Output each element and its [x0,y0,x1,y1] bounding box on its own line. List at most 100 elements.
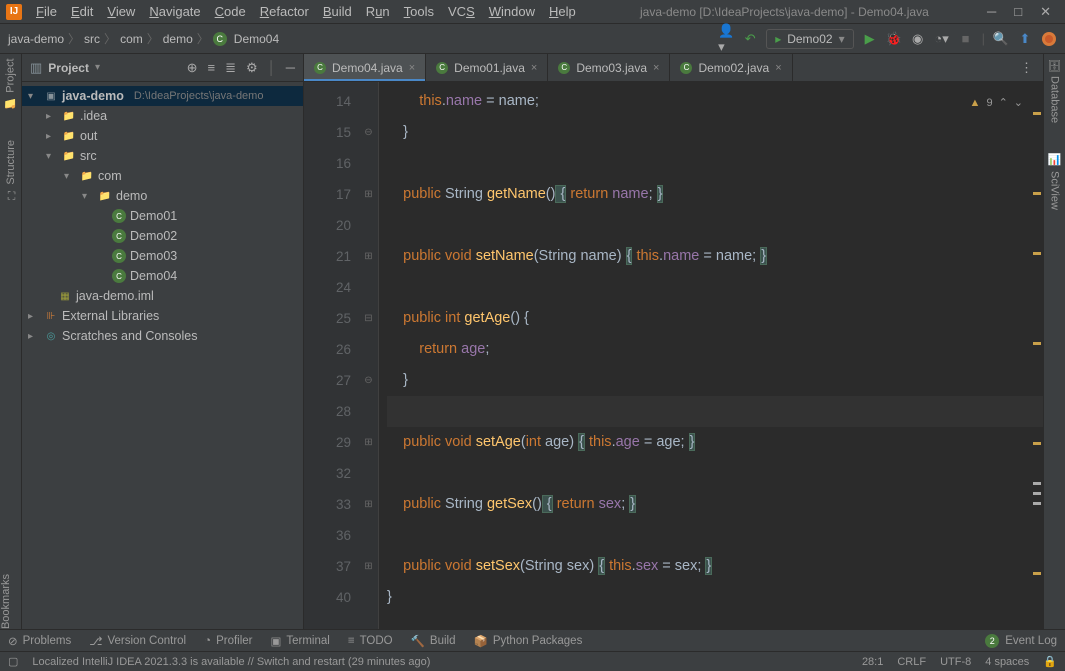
tree-idea[interactable]: ▸📁.idea [22,106,303,126]
crumb-com[interactable]: com [120,32,143,46]
menu-file[interactable]: File [30,2,63,21]
tool-database[interactable]: 🗄Database [1048,58,1061,123]
back-icon[interactable]: ↶ [742,31,758,47]
readonly-icon[interactable]: 🔒 [1043,655,1057,668]
line-separator[interactable]: CRLF [897,656,926,668]
python-icon: 📦 [473,634,487,648]
tree-demo01[interactable]: CDemo01 [22,206,303,226]
tab-demo03[interactable]: CDemo03.java× [548,54,670,81]
run-config-label: Demo02 [787,32,832,46]
tree-demo03[interactable]: CDemo03 [22,246,303,266]
tool-eventlog[interactable]: Event Log [1005,635,1057,647]
menu-refactor[interactable]: Refactor [254,2,315,21]
stop-button[interactable]: ■ [958,31,974,47]
profile-button[interactable]: ◔▾ [934,31,950,47]
menu-build[interactable]: Build [317,2,358,21]
status-message[interactable]: Localized IntelliJ IDEA 2021.3.3 is avai… [32,656,848,668]
maximize-button[interactable]: □ [1014,4,1022,20]
menu-navigate[interactable]: Navigate [143,2,206,21]
title-bar: IJ File Edit View Navigate Code Refactor… [0,0,1065,24]
run-button[interactable]: ▶ [862,31,878,47]
bottom-tool-bar: ⊘Problems ⎇Version Control ◔Profiler ▣Te… [0,629,1065,651]
debug-button[interactable]: 🐞 [886,31,902,47]
minimize-button[interactable]: ─ [987,4,996,20]
next-highlight-icon[interactable]: ⌄ [1014,88,1023,119]
tool-structure[interactable]: ⛶Structure [5,140,17,200]
crumb-root[interactable]: java-demo [8,32,64,46]
tree-demo04[interactable]: CDemo04 [22,266,303,286]
collapse-all-icon[interactable]: ≣ [225,60,236,76]
code-content[interactable]: this.name = name; } public String getNam… [379,82,1043,629]
project-title[interactable]: Project [48,61,89,75]
tool-bookmarks[interactable]: Bookmarks [0,574,12,629]
menu-tools[interactable]: Tools [398,2,440,21]
tool-python[interactable]: 📦Python Packages [473,634,582,648]
tab-demo02[interactable]: CDemo02.java× [670,54,792,81]
prev-highlight-icon[interactable]: ⌃ [999,88,1008,119]
tree-out[interactable]: ▸📁out [22,126,303,146]
tree-src[interactable]: ▾📁src [22,146,303,166]
tree-scratches[interactable]: ▸◎Scratches and Consoles [22,326,303,346]
editor-tabs: CDemo04.java× CDemo01.java× CDemo03.java… [304,54,1043,82]
tree-demo-pkg[interactable]: ▾📁demo [22,186,303,206]
tool-problems[interactable]: ⊘Problems [8,634,71,648]
close-button[interactable]: ✕ [1040,4,1051,20]
vcs-icon: ⎇ [89,634,102,648]
menu-edit[interactable]: Edit [65,2,99,21]
close-icon[interactable]: × [653,62,659,74]
tool-todo[interactable]: ≡TODO [348,635,393,647]
project-header: ▥ Project ▾ ⊕ ≡ ≣ ⚙ │ ─ [22,54,303,82]
ide-icon[interactable] [1041,31,1057,47]
tree-demo02[interactable]: CDemo02 [22,226,303,246]
close-icon[interactable]: × [531,62,537,74]
profiler-icon: ◔ [204,635,211,647]
problems-icon: ⊘ [8,634,18,648]
menu-view[interactable]: View [101,2,141,21]
crumb-src[interactable]: src [84,32,100,46]
select-opened-icon[interactable]: ⊕ [187,60,198,76]
tool-project[interactable]: 📁Project [4,58,17,110]
tabs-more[interactable]: ⋮ [1010,54,1043,81]
project-tree: ▾▣ java-demo D:\IdeaProjects\java-demo ▸… [22,82,303,629]
error-stripe[interactable] [1031,82,1043,629]
tool-profiler[interactable]: ◔Profiler [204,635,252,647]
menu-code[interactable]: Code [209,2,252,21]
tab-demo01[interactable]: CDemo01.java× [426,54,548,81]
expand-all-icon[interactable]: ≡ [208,60,216,76]
menu-help[interactable]: Help [543,2,582,21]
tree-root[interactable]: ▾▣ java-demo D:\IdeaProjects\java-demo [22,86,303,106]
class-icon: C [213,32,227,46]
project-view-icon: ▥ [30,60,42,76]
close-icon[interactable]: × [775,62,781,74]
hide-icon[interactable]: ─ [286,60,295,76]
tab-demo04[interactable]: CDemo04.java× [304,54,426,81]
tree-external-libs[interactable]: ▸⊪External Libraries [22,306,303,326]
file-encoding[interactable]: UTF-8 [940,656,971,668]
left-strip-bottom: Bookmarks [0,574,22,629]
tree-com[interactable]: ▾📁com [22,166,303,186]
crumb-demo[interactable]: demo [163,32,193,46]
app-icon: IJ [6,4,22,20]
tool-sciview[interactable]: 📊SciView [1048,153,1061,209]
project-panel: ▥ Project ▾ ⊕ ≡ ≣ ⚙ │ ─ ▾▣ java-demo D:\… [22,54,304,629]
update-icon[interactable]: ⬆ [1017,31,1033,47]
tool-vcs[interactable]: ⎇Version Control [89,634,186,648]
tree-iml[interactable]: ▦java-demo.iml [22,286,303,306]
search-icon[interactable]: 🔍 [993,31,1009,47]
user-icon[interactable]: 👤▾ [718,31,734,47]
status-icon[interactable]: ▢ [8,655,18,668]
editor: CDemo04.java× CDemo01.java× CDemo03.java… [304,54,1043,629]
settings-icon[interactable]: ⚙ [246,60,258,76]
close-icon[interactable]: × [409,62,415,74]
run-config-selector[interactable]: ▸ Demo02 ▾ [766,29,853,49]
menu-run[interactable]: Run [360,2,396,21]
tool-terminal[interactable]: ▣Terminal [271,634,330,648]
menu-vcs[interactable]: VCS [442,2,481,21]
tool-build[interactable]: 🔨Build [411,634,456,648]
indent-info[interactable]: 4 spaces [985,656,1029,668]
coverage-button[interactable]: ◉ [910,31,926,47]
inspection-badge[interactable]: ▲ 9 ⌃ ⌄ [970,88,1023,119]
menu-window[interactable]: Window [483,2,541,21]
crumb-file[interactable]: Demo04 [234,32,279,46]
caret-position[interactable]: 28:1 [862,656,883,668]
